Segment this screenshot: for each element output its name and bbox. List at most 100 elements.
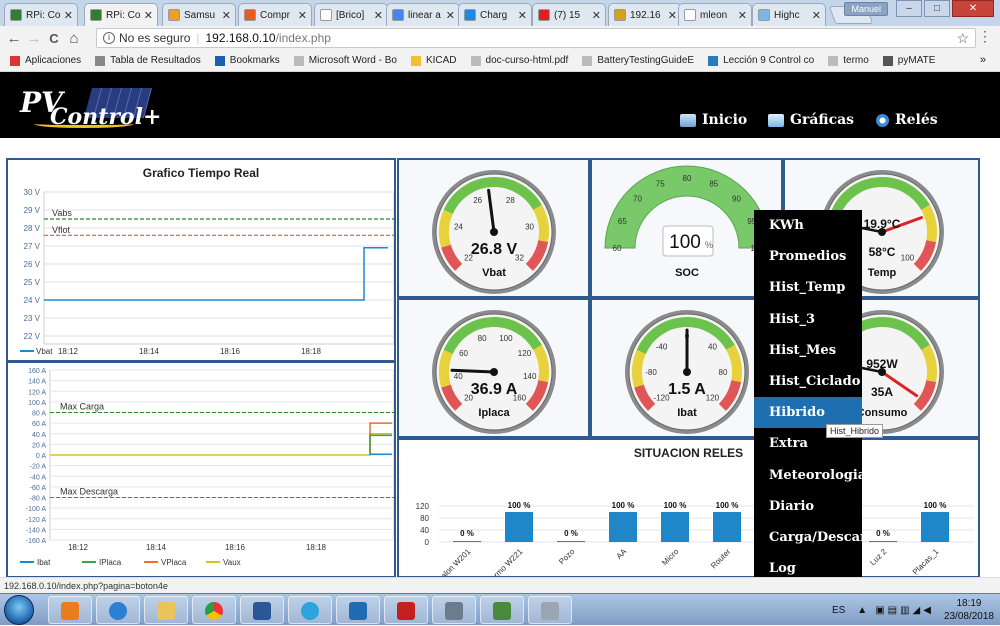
- browser-tab[interactable]: RPi: Co✕: [4, 3, 78, 26]
- bookmark-item[interactable]: Microsoft Word - Bo: [294, 55, 397, 66]
- gauge-panel-vbat: 22242628303226.8 VVbat: [397, 158, 590, 298]
- dropdown-item-hist-ciclado[interactable]: Hist_Ciclado: [754, 366, 862, 397]
- bookmark-item[interactable]: doc-curso-html.pdf: [471, 55, 569, 66]
- home-button[interactable]: ⌂: [64, 30, 84, 47]
- chart-icon: [768, 114, 784, 127]
- dropdown-item-hist-mes[interactable]: Hist_Mes: [754, 335, 862, 366]
- browser-tab[interactable]: Compr✕: [238, 3, 312, 26]
- gauge-value-2: 58°C: [869, 245, 896, 259]
- soc-tick-label: 70: [633, 195, 642, 204]
- realtime-chart: 30 V29 V28 V27 V26 V25 V24 V23 V22 VVabs…: [8, 160, 394, 576]
- bookmark-star-icon[interactable]: ☆: [956, 30, 969, 47]
- reload-button[interactable]: C: [44, 31, 64, 46]
- bookmark-label: termo: [843, 55, 869, 66]
- relay-name-label: AA: [615, 547, 629, 561]
- tab-close-icon[interactable]: ✕: [222, 9, 231, 22]
- dropdown-item-kwh[interactable]: KWh: [754, 210, 862, 241]
- gauge-value-2: 35A: [871, 385, 893, 399]
- bookmark-item[interactable]: KICAD: [411, 55, 457, 66]
- dropdown-item-log[interactable]: Log: [754, 553, 862, 577]
- bookmark-item[interactable]: termo: [828, 55, 869, 66]
- nav-inicio[interactable]: Inicio: [680, 112, 747, 128]
- nav-reles[interactable]: Relés: [876, 112, 938, 128]
- taskbar-media-player[interactable]: [48, 596, 92, 624]
- dropdown-item-promedios[interactable]: Promedios: [754, 241, 862, 272]
- browser-tab[interactable]: Samsu✕: [162, 3, 236, 26]
- tab-close-icon[interactable]: ✕: [64, 9, 73, 22]
- taskbar-app[interactable]: [432, 596, 476, 624]
- iplaca-gauge: 2040608010012014016036.9 AIplaca: [399, 300, 589, 438]
- bookmark-item[interactable]: Lección 9 Control co: [708, 55, 814, 66]
- taskbar-word[interactable]: [240, 596, 284, 624]
- a-tick-label: 120 A: [28, 389, 46, 396]
- tab-close-icon[interactable]: ✕: [592, 9, 601, 22]
- menu-kebab-icon[interactable]: ⋮: [978, 28, 992, 45]
- a-tick-label: 60 A: [32, 421, 46, 428]
- language-indicator[interactable]: ES: [832, 605, 845, 616]
- soc-tick-label: 75: [656, 179, 665, 188]
- tab-close-icon[interactable]: ✕: [738, 9, 747, 22]
- taskbar-app2[interactable]: [480, 596, 524, 624]
- relay-y-tick: 40: [420, 526, 429, 535]
- taskbar-calc[interactable]: [528, 596, 572, 624]
- bookmark-item[interactable]: Tabla de Resultados: [95, 55, 201, 66]
- close-window-button[interactable]: ✕: [952, 0, 994, 17]
- dropdown-item-carga-descarga[interactable]: Carga/Descarga: [754, 522, 862, 553]
- taskbar-chrome[interactable]: [192, 596, 236, 624]
- tab-close-icon[interactable]: ✕: [374, 9, 383, 22]
- relay-bar: [921, 512, 949, 542]
- dropdown-item-meteorologia[interactable]: Meteorologia: [754, 460, 862, 491]
- gauge-tick-label: 60: [459, 349, 468, 358]
- bookmark-item[interactable]: pyMATE: [883, 55, 936, 66]
- info-icon[interactable]: i: [103, 32, 115, 44]
- browser-tab[interactable]: [Brico]✕: [314, 3, 388, 26]
- dropdown-item-hist-3[interactable]: Hist_3: [754, 304, 862, 335]
- relay-bar: [453, 541, 481, 542]
- v-tick-label: 30 V: [24, 188, 41, 197]
- a-tick-label: 80 A: [32, 411, 46, 418]
- maximize-button[interactable]: □: [924, 0, 950, 17]
- x-tick-label: 18:18: [306, 543, 327, 552]
- tab-close-icon[interactable]: ✕: [668, 9, 677, 22]
- address-bar[interactable]: i No es seguro | 192.168.0.10/index.php …: [96, 28, 976, 48]
- bookmarks-more[interactable]: »: [980, 54, 986, 66]
- taskbar-vc[interactable]: [336, 596, 380, 624]
- browser-tab[interactable]: (7) 15✕: [532, 3, 606, 26]
- taskbar-pdf[interactable]: [384, 596, 428, 624]
- tab-close-icon[interactable]: ✕: [518, 9, 527, 22]
- browser-tab[interactable]: linear a✕: [386, 3, 460, 26]
- browser-tab[interactable]: 192.16✕: [608, 3, 682, 26]
- taskbar-telegram[interactable]: [288, 596, 332, 624]
- tab-close-icon[interactable]: ✕: [812, 9, 821, 22]
- tab-title: mleon: [700, 10, 736, 21]
- user-badge[interactable]: Manuel: [844, 2, 888, 16]
- tray-icons[interactable]: ▣▤▥◢◀: [875, 605, 934, 616]
- clock[interactable]: 18:19 23/08/2018: [944, 597, 994, 623]
- nav-graficas[interactable]: Gráficas: [768, 112, 854, 128]
- soc-tick-label: 60: [613, 244, 622, 253]
- browser-tab[interactable]: RPi: Co✕: [84, 3, 158, 26]
- browser-tab[interactable]: mleon✕: [678, 3, 752, 26]
- forward-button[interactable]: →: [24, 30, 44, 47]
- dropdown-item-hist-temp[interactable]: Hist_Temp: [754, 272, 862, 303]
- taskbar-ie[interactable]: [96, 596, 140, 624]
- start-button[interactable]: [4, 595, 34, 625]
- bookmark-label: Bookmarks: [230, 55, 280, 66]
- bookmark-item[interactable]: Aplicaciones: [10, 55, 81, 66]
- tab-close-icon[interactable]: ✕: [446, 9, 455, 22]
- tab-close-icon[interactable]: ✕: [298, 9, 307, 22]
- bookmark-item[interactable]: BatteryTestingGuideE: [582, 55, 694, 66]
- browser-tab[interactable]: Highc✕: [752, 3, 826, 26]
- browser-tab[interactable]: Charg✕: [458, 3, 532, 26]
- bookmark-item[interactable]: Bookmarks: [215, 55, 280, 66]
- tab-close-icon[interactable]: ✕: [144, 9, 153, 22]
- relay-name-label: Salon W201: [435, 547, 473, 576]
- soc-unit: %: [705, 240, 713, 250]
- minimize-button[interactable]: –: [896, 0, 922, 17]
- gauge-tick-label: 24: [454, 222, 463, 231]
- pvcontrol-logo[interactable]: PV Control+: [20, 86, 170, 132]
- dropdown-item-diario[interactable]: Diario: [754, 491, 862, 522]
- tray-arrow-icon[interactable]: ▲: [857, 605, 867, 616]
- back-button[interactable]: ←: [4, 30, 24, 47]
- taskbar-explorer[interactable]: [144, 596, 188, 624]
